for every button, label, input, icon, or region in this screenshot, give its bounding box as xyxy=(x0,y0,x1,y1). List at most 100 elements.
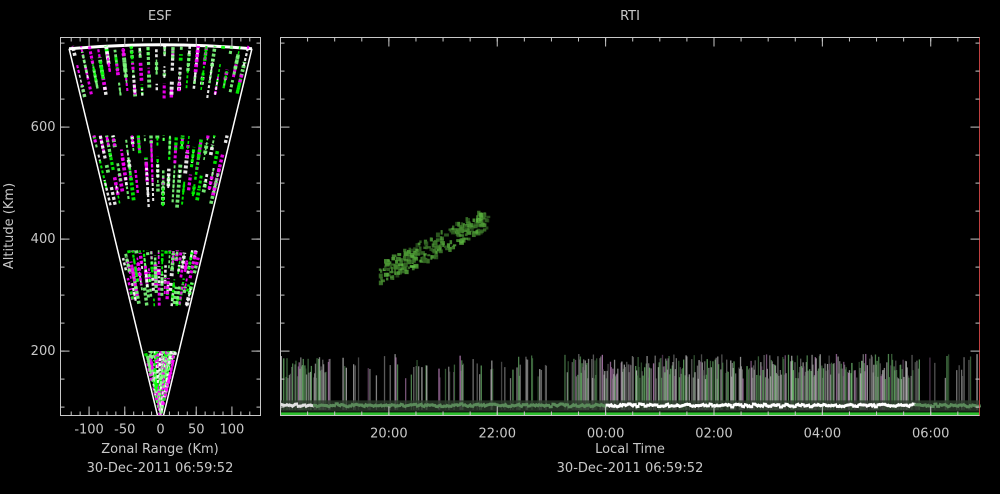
esf-echo-streak xyxy=(173,175,175,203)
esf-echo-streak xyxy=(116,57,118,70)
esf-echo-streak xyxy=(115,50,117,63)
rti-bright-layer xyxy=(332,405,336,406)
esf-xtick-label: 0 xyxy=(156,423,164,438)
rti-plume-pixel xyxy=(397,253,401,256)
rti-plume-pixel xyxy=(479,213,483,218)
rti-bright-layer xyxy=(635,406,639,407)
rti-plume-pixel xyxy=(401,270,405,273)
esf-echo-streak xyxy=(230,80,233,92)
rti-plume-pixel xyxy=(432,243,435,247)
rti-plume-pixel xyxy=(391,257,395,260)
esf-echo-streak xyxy=(179,79,180,91)
esf-echo-streak xyxy=(151,140,152,161)
esf-echo-streak xyxy=(225,136,227,143)
esf-echo-streak xyxy=(153,276,154,291)
rti-plume-pixel xyxy=(430,255,432,260)
rti-plume-pixel xyxy=(465,233,468,236)
esf-echo-streak xyxy=(98,48,100,57)
esf-echo-streak xyxy=(175,144,176,163)
rti-plume-pixel xyxy=(411,265,415,267)
rti-plume-pixel xyxy=(385,263,390,267)
rti-plume-pixel xyxy=(386,268,390,271)
esf-echo-streak xyxy=(209,174,212,189)
esf-echo-streak xyxy=(100,136,105,159)
esf-echo-streak xyxy=(144,286,146,305)
rti-plume-pixel xyxy=(403,259,407,261)
esf-echo-streak xyxy=(196,258,198,265)
esf-echo-streak xyxy=(199,174,201,188)
esf-xlabel: Zonal Range (Km) xyxy=(101,442,218,457)
esf-echo-streak xyxy=(212,136,214,149)
esf-ytick-label: 600 xyxy=(31,120,56,135)
esf-echo-streak xyxy=(167,278,168,299)
rti-plume-pixel xyxy=(479,224,483,226)
rti-plume-pixel xyxy=(391,267,393,271)
esf-echo-streak xyxy=(170,283,171,291)
rti-plume-pixel xyxy=(444,246,447,249)
rti-plume-pixel xyxy=(425,245,427,249)
esf-xtick-label: -50 xyxy=(114,423,135,438)
rti-plume-pixel xyxy=(427,254,430,256)
rti-plume-pixel xyxy=(405,270,409,274)
rti-panel: RTI 20:0022:0000:0002:0004:0006:00 Local… xyxy=(281,9,981,476)
esf-echo-streak xyxy=(137,258,139,270)
rti-plume-pixel xyxy=(456,239,459,241)
rti-timestamp: 30-Dec-2011 06:59:52 xyxy=(557,461,704,476)
rti-xlabel: Local Time xyxy=(595,442,665,457)
esf-plot-area xyxy=(69,45,252,416)
rti-plot-area xyxy=(281,211,981,414)
rti-plume-pixel xyxy=(475,230,478,234)
esf-echo-streak xyxy=(149,274,150,282)
rti-bright-layer xyxy=(977,406,981,407)
esf-timestamp: 30-Dec-2011 06:59:52 xyxy=(87,461,234,476)
esf-echo-streak xyxy=(187,144,188,158)
esf-echo-streak xyxy=(94,136,96,143)
esf-ytick-label: 400 xyxy=(31,232,56,247)
esf-echo-streak xyxy=(179,67,180,84)
esf-echo-streak xyxy=(107,165,109,173)
esf-echo-streak xyxy=(140,253,141,264)
rti-plume-pixel xyxy=(472,232,476,237)
esf-echo-streak xyxy=(215,172,218,186)
esf-echo-streak xyxy=(197,189,199,200)
rti-title: RTI xyxy=(620,9,640,24)
rti-plume-pixel xyxy=(474,224,478,228)
rti-plume-pixel xyxy=(409,250,411,254)
rti-plume-pixel xyxy=(418,243,421,246)
rti-plume-pixel xyxy=(380,270,382,273)
rti-xtick-label: 06:00 xyxy=(912,427,949,442)
esf-echo-streak xyxy=(130,169,131,181)
esf-echo-streak xyxy=(145,351,146,356)
rti-plume-pixel xyxy=(470,223,473,227)
rti-xtick-label: 20:00 xyxy=(370,427,407,442)
rti-plume-pixel xyxy=(435,251,437,254)
rti-plume-pixel xyxy=(381,279,385,282)
esf-echo-streak xyxy=(207,83,209,98)
rti-plume-pixel xyxy=(431,238,433,241)
esf-echo-streak xyxy=(203,66,204,73)
esf-echo-streak xyxy=(215,150,218,163)
esf-ylabel: Altitude (Km) xyxy=(2,183,17,269)
esf-echo-streak xyxy=(131,291,133,299)
rti-bright-layer xyxy=(709,404,713,405)
rti-plume-pixel xyxy=(379,273,383,278)
rti-plume-pixel xyxy=(395,275,399,278)
esf-echo-streak xyxy=(148,188,149,207)
esf-echo-streak xyxy=(230,46,232,54)
esf-echo-streak xyxy=(208,136,209,139)
esf-echo-streak xyxy=(89,46,91,54)
rti-plume-pixel xyxy=(434,240,436,242)
esf-echo-streak xyxy=(119,83,121,96)
esf-echo-streak xyxy=(223,46,224,49)
esf-echo-streak xyxy=(165,265,166,282)
rti-plume-pixel xyxy=(459,234,464,237)
rti-plume-pixel xyxy=(458,222,460,225)
esf-xtick-label: 100 xyxy=(220,423,245,438)
rti-plume-pixel xyxy=(464,238,468,240)
rti-plume-pixel xyxy=(455,222,457,226)
rti-plume-pixel xyxy=(434,255,438,260)
esf-ytick-label: 200 xyxy=(31,344,56,359)
rti-plume-pixel xyxy=(419,247,422,252)
esf-echo-streak xyxy=(169,253,170,268)
esf-echo-streak xyxy=(182,180,184,204)
